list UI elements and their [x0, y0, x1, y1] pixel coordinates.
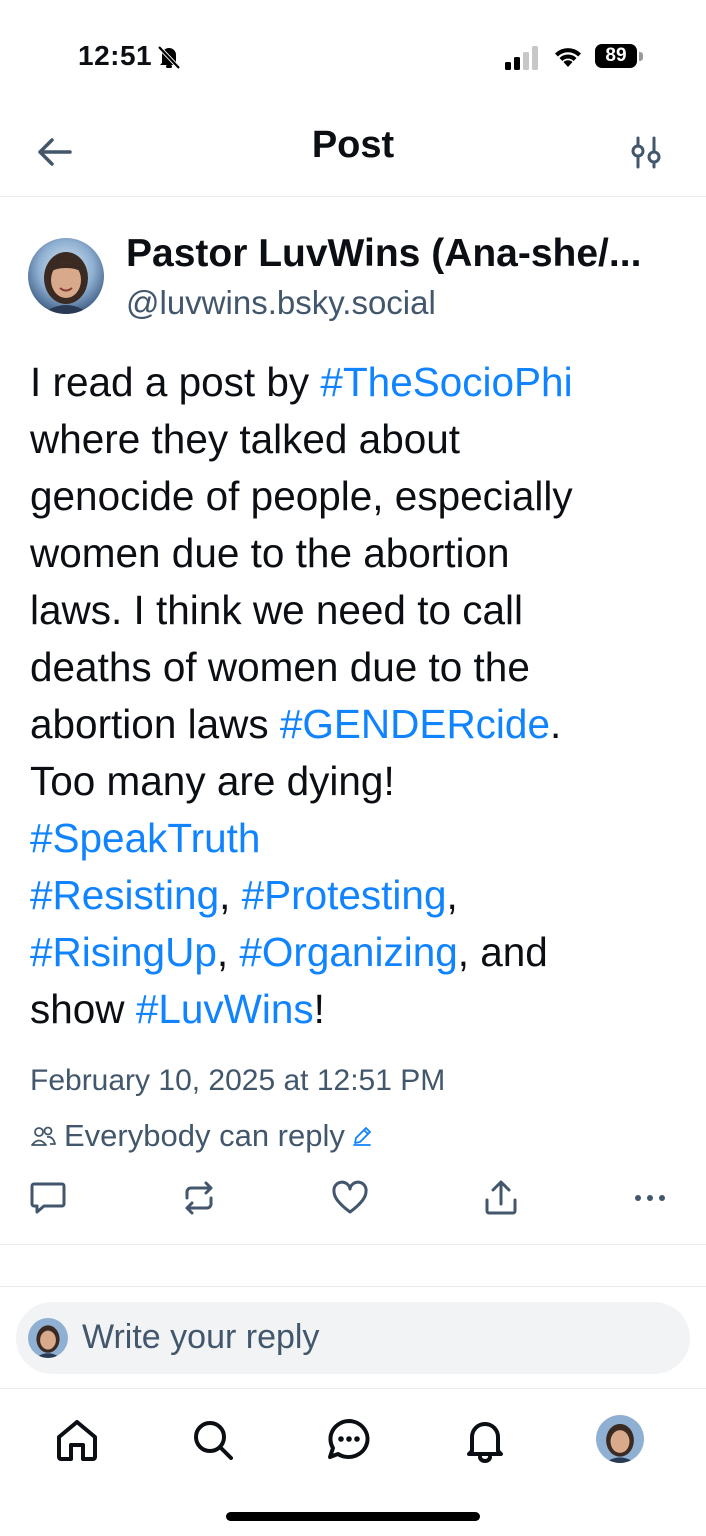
reply-setting[interactable]: Everybody can reply — [30, 1116, 373, 1156]
post-text-segment: , — [219, 872, 242, 918]
hashtag-link[interactable]: #TheSocioPhi — [320, 359, 572, 405]
search-icon[interactable] — [188, 1415, 238, 1465]
post-line: genocide of people, especially — [30, 473, 573, 519]
author-handle[interactable]: @luvwins.bsky.social — [126, 284, 436, 322]
post-line: abortion laws #GENDERcide. — [30, 696, 680, 753]
comment-icon[interactable] — [28, 1178, 68, 1218]
header: Post — [0, 110, 706, 197]
hashtag-link[interactable]: #RisingUp — [30, 929, 217, 975]
chat-icon[interactable] — [324, 1415, 374, 1465]
sliders-icon[interactable] — [628, 132, 668, 172]
avatar-image — [596, 1415, 644, 1463]
post-line: #RisingUp, #Organizing, and — [30, 924, 680, 981]
pencil-icon[interactable] — [351, 1125, 373, 1147]
post-text-segment: . — [549, 701, 562, 747]
status-bar: 12:51 89 — [0, 0, 706, 110]
heart-icon[interactable] — [330, 1178, 370, 1218]
post-text-segment: abortion laws — [30, 701, 280, 747]
wifi-icon — [555, 48, 581, 67]
post-line: #Resisting, #Protesting, — [30, 867, 680, 924]
hashtag-link[interactable]: #GENDERcide — [280, 701, 550, 747]
post-line: where they talked about — [30, 416, 461, 462]
bottom-tab-bar — [0, 1388, 706, 1489]
post-body: I read a post by #TheSocioPhi where they… — [30, 354, 680, 1038]
divider — [0, 1286, 706, 1287]
reply-composer[interactable]: Write your reply — [16, 1302, 690, 1374]
hashtag-link[interactable]: #LuvWins — [136, 986, 314, 1032]
reply-setting-label: Everybody can reply — [64, 1117, 345, 1153]
post-line: Too many are dying! — [30, 758, 395, 804]
hashtag-link[interactable]: #Protesting — [242, 872, 447, 918]
battery-indicator: 89 — [595, 44, 645, 70]
current-user-avatar — [28, 1318, 68, 1358]
page-title: Post — [311, 124, 395, 166]
cellular-signal-icon — [505, 46, 538, 70]
post-text-segment: , — [216, 929, 240, 975]
post-line: laws. I think we need to call — [30, 587, 524, 633]
post-text-segment: , and — [457, 929, 548, 975]
post-text-segment: ! — [313, 986, 325, 1032]
post-line: #SpeakTruth — [30, 810, 680, 867]
bell-icon[interactable] — [460, 1415, 510, 1465]
home-icon[interactable] — [52, 1415, 102, 1465]
hashtag-link[interactable]: #SpeakTruth — [30, 815, 260, 861]
post-text-segment: show — [30, 986, 136, 1032]
hashtag-link[interactable]: #Resisting — [30, 872, 219, 918]
avatar-image — [28, 238, 104, 314]
hashtag-link[interactable]: #Organizing — [239, 929, 457, 975]
avatar-image — [28, 1318, 68, 1358]
status-time: 12:51 — [78, 40, 153, 71]
post-text-segment: I read a post by — [30, 359, 321, 405]
divider — [0, 1244, 706, 1245]
battery-level: 89 — [595, 44, 637, 68]
battery-cap — [639, 52, 643, 61]
post-line: deaths of women due to the — [30, 644, 530, 690]
repost-icon[interactable] — [179, 1178, 219, 1218]
post-text-segment: , — [446, 872, 458, 918]
post-line: show #LuvWins! — [30, 981, 680, 1038]
share-icon[interactable] — [481, 1178, 521, 1218]
post-line: I read a post by #TheSocioPhi — [30, 354, 680, 411]
reply-input-placeholder[interactable]: Write your reply — [82, 1318, 319, 1357]
profile-tab-avatar[interactable] — [596, 1415, 644, 1463]
author-avatar[interactable] — [28, 238, 104, 314]
author-name[interactable]: Pastor LuvWins (Ana-she/... — [126, 232, 676, 276]
home-indicator[interactable] — [226, 1512, 480, 1521]
more-icon[interactable] — [632, 1178, 672, 1218]
post-line: women due to the abortion — [30, 530, 510, 576]
bell-slash-icon — [157, 45, 181, 70]
people-icon — [31, 1126, 56, 1146]
post-timestamp: February 10, 2025 at 12:51 PM — [30, 1064, 446, 1097]
